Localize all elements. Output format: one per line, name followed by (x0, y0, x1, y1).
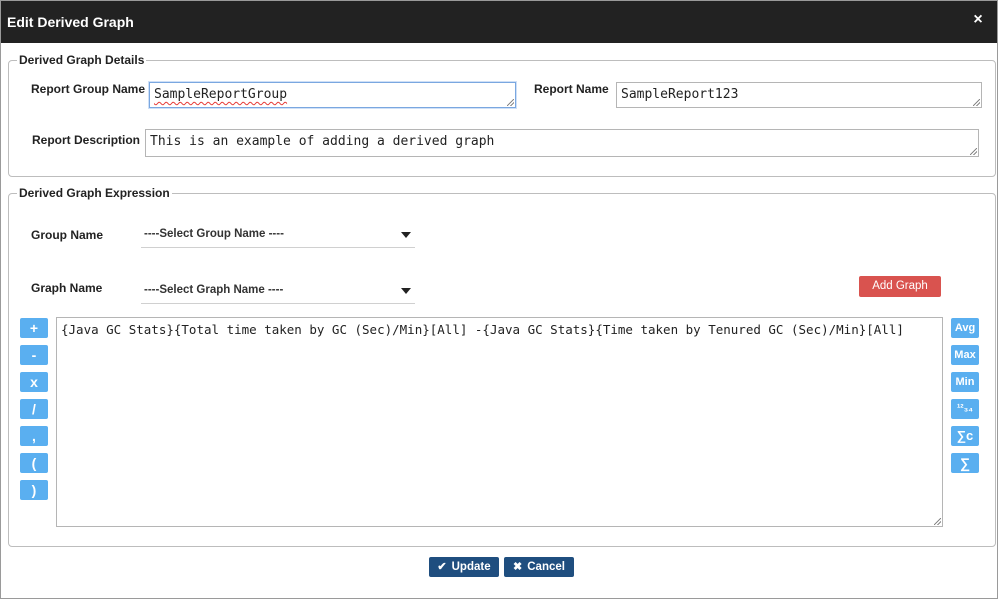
check-icon: ✔ (437, 561, 447, 573)
report-description-label: Report Description (32, 133, 141, 147)
graph-name-selected: ----Select Graph Name ---- (144, 284, 284, 296)
comma-operator-button[interactable]: , (20, 426, 48, 446)
graph-name-select[interactable]: ----Select Graph Name ---- (141, 276, 415, 304)
report-description-value: This is an example of adding a derived g… (150, 134, 495, 149)
report-group-value: SampleReportGroup (154, 87, 288, 102)
report-name-input[interactable]: SampleReport123 (616, 82, 982, 108)
resize-handle-icon[interactable] (507, 99, 514, 106)
dialog-title: Edit Derived Graph (7, 14, 134, 30)
close-icon[interactable]: × (971, 12, 985, 28)
expression-legend: Derived Graph Expression (19, 186, 170, 200)
resize-handle-icon[interactable] (973, 99, 980, 106)
divide-operator-button[interactable]: / (20, 399, 48, 419)
report-description-input[interactable]: This is an example of adding a derived g… (145, 129, 979, 157)
update-button[interactable]: ✔ Update (429, 557, 499, 577)
sum-icon[interactable]: ∑ (951, 453, 979, 473)
report-name-label: Report Name (534, 82, 609, 96)
cancel-button[interactable]: ✖ Cancel (504, 557, 574, 577)
resize-handle-icon[interactable] (970, 148, 977, 155)
avg-function-button[interactable]: Avg (951, 318, 979, 338)
resize-handle-icon[interactable] (934, 518, 941, 525)
minus-operator-button[interactable]: - (20, 345, 48, 365)
numbers-icon[interactable]: ¹²₃₄ (951, 399, 979, 419)
details-legend: Derived Graph Details (19, 53, 145, 67)
edit-derived-graph-dialog: Edit Derived Graph × Derived Graph Detai… (0, 0, 998, 599)
close-icon: ✖ (513, 561, 523, 573)
plus-operator-button[interactable]: + (20, 318, 48, 338)
derived-graph-details-section: Derived Graph Details (8, 53, 996, 177)
min-function-button[interactable]: Min (951, 372, 979, 392)
report-group-label: Report Group Name (31, 82, 146, 96)
cancel-label: Cancel (527, 561, 565, 573)
max-function-button[interactable]: Max (951, 345, 979, 365)
add-graph-button[interactable]: Add Graph (859, 276, 941, 297)
open-paren-button[interactable]: ( (20, 453, 48, 473)
chevron-down-icon (401, 288, 411, 294)
dialog-titlebar: Edit Derived Graph × (1, 1, 997, 43)
close-paren-button[interactable]: ) (20, 480, 48, 500)
expression-value: {Java GC Stats}{Total time taken by GC (… (61, 322, 904, 337)
group-name-selected: ----Select Group Name ---- (144, 228, 284, 240)
chevron-down-icon (401, 232, 411, 238)
group-name-label: Group Name (31, 228, 104, 242)
update-label: Update (451, 561, 491, 573)
graph-name-label: Graph Name (31, 281, 103, 295)
sum-count-icon[interactable]: ∑c (951, 426, 979, 446)
report-name-value: SampleReport123 (621, 87, 739, 102)
multiply-operator-button[interactable]: x (20, 372, 48, 392)
expression-textarea[interactable]: {Java GC Stats}{Total time taken by GC (… (56, 317, 943, 527)
group-name-select[interactable]: ----Select Group Name ---- (141, 220, 415, 248)
report-group-input[interactable]: SampleReportGroup (149, 82, 516, 108)
